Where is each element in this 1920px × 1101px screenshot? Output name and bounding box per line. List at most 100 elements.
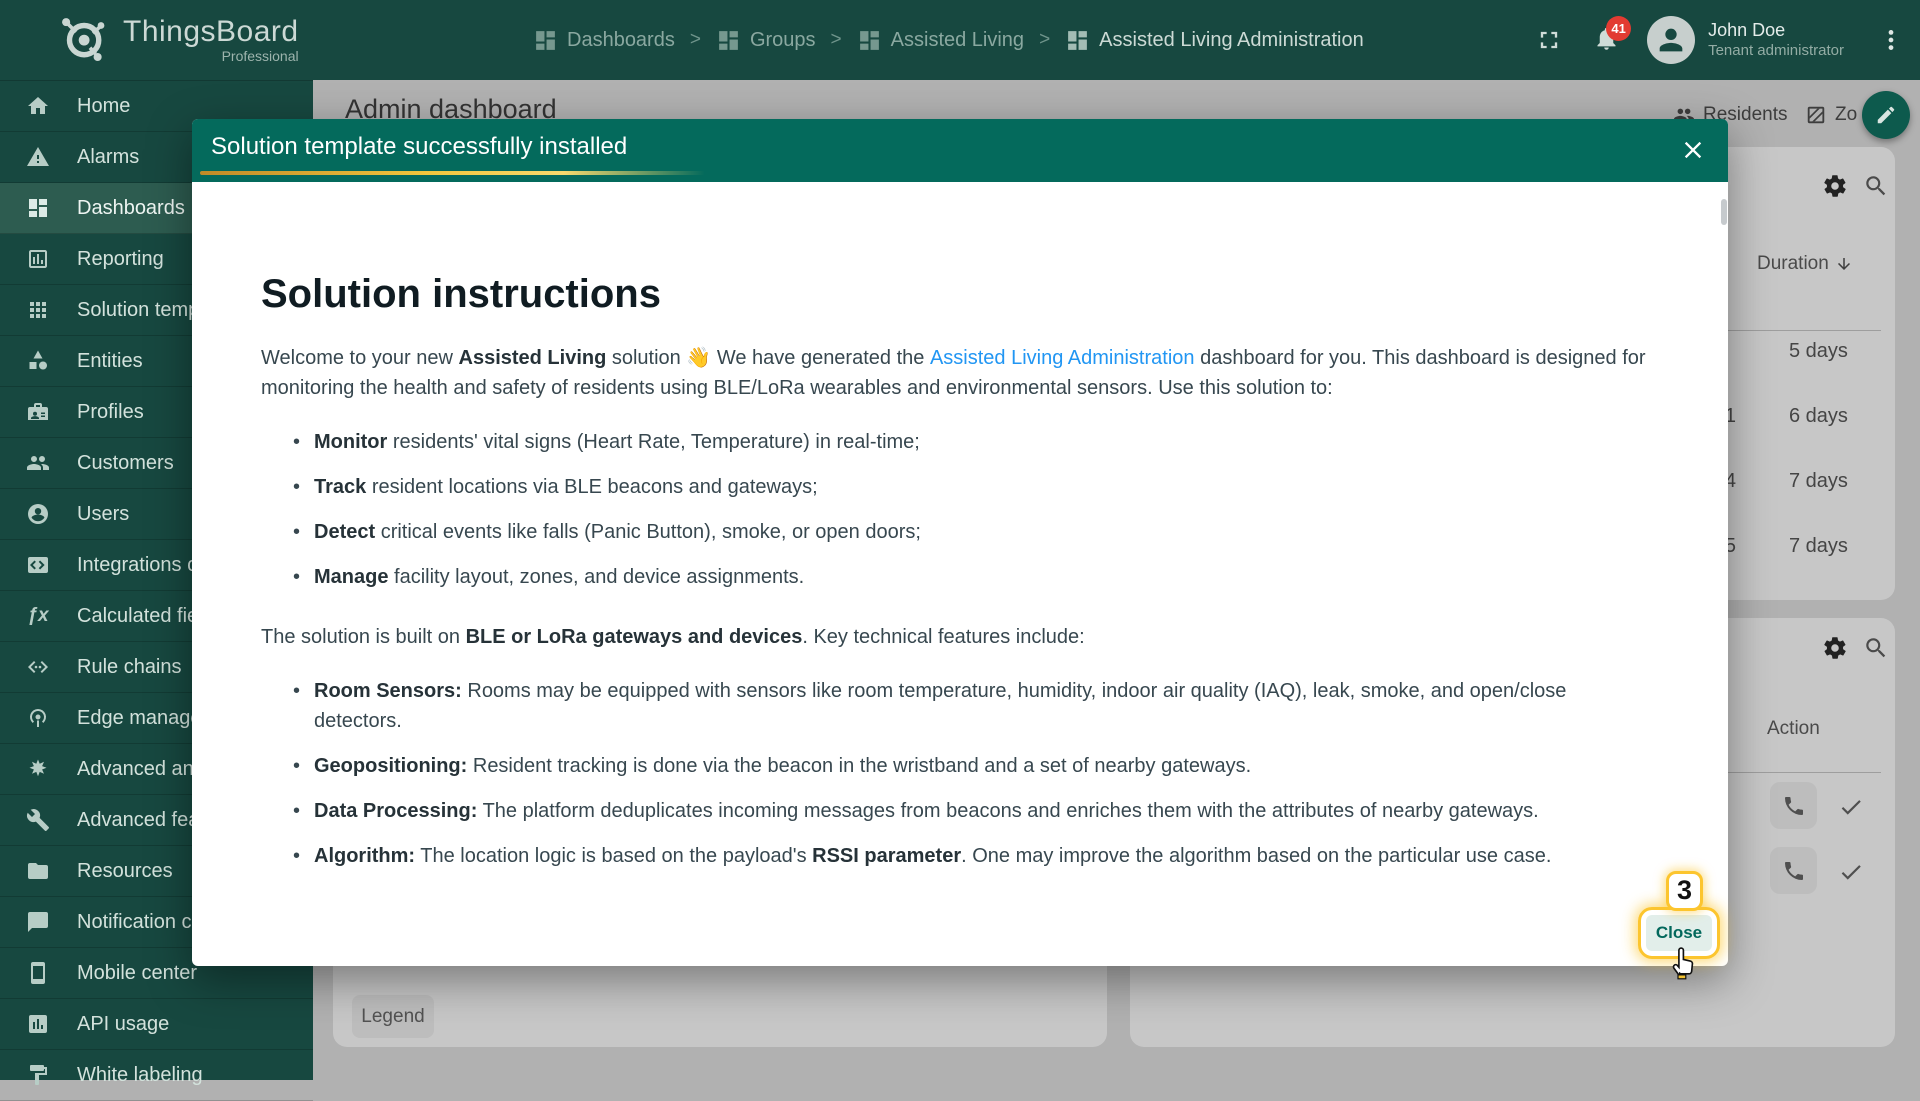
instruction-item: Track resident locations via BLE beacons…	[301, 472, 1658, 502]
sidebar-item-white-labeling[interactable]: White labeling	[0, 1050, 313, 1101]
calculated-fields-icon: ƒx	[26, 604, 50, 628]
solution-installed-dialog: Solution template successfully installed…	[192, 119, 1728, 966]
breadcrumb-item-groups[interactable]: Groups	[716, 28, 816, 53]
sidebar-item-label: Alarms	[77, 146, 139, 169]
users-icon	[26, 502, 50, 526]
breadcrumb-label: Assisted Living	[891, 29, 1024, 52]
tab-label: Zo	[1835, 104, 1857, 126]
sidebar-item-label: Reporting	[77, 248, 164, 271]
legend-button[interactable]: Legend	[352, 995, 434, 1038]
tab-zones[interactable]: Zo	[1805, 104, 1857, 126]
customers-icon	[26, 451, 50, 475]
resources-icon	[26, 859, 50, 883]
kebab-menu-icon[interactable]	[1878, 25, 1904, 55]
dialog-scrollbar[interactable]	[1721, 199, 1727, 225]
tour-step-badge: 3	[1666, 871, 1703, 911]
rule-chains-icon	[26, 655, 50, 679]
gear-icon[interactable]	[1822, 635, 1848, 661]
fullscreen-icon[interactable]	[1535, 26, 1563, 54]
sidebar-item-label: Rule chains	[77, 656, 182, 679]
advanced-features-icon	[26, 808, 50, 832]
call-action-button[interactable]	[1770, 847, 1817, 894]
dashboard-icon	[26, 196, 50, 220]
notifications-badge: 41	[1606, 16, 1631, 41]
user-info[interactable]: John Doe Tenant administrator	[1708, 19, 1844, 60]
breadcrumb-label: Groups	[750, 29, 816, 52]
brand-edition: Professional	[222, 48, 299, 64]
breadcrumb-item-assisted-living[interactable]: Assisted Living	[857, 28, 1024, 53]
call-action-button[interactable]	[1770, 782, 1817, 829]
instruction-item: Room Sensors: Rooms may be equipped with…	[301, 676, 1658, 736]
alarms-icon	[26, 145, 50, 169]
tech-paragraph: The solution is built on BLE or LoRa gat…	[261, 622, 1658, 652]
duration-cell: 7 days	[1789, 514, 1848, 579]
notifications-button[interactable]: 41	[1593, 25, 1623, 55]
avatar[interactable]	[1647, 16, 1695, 64]
sidebar-item-label: API usage	[77, 1013, 169, 1036]
user-name: John Doe	[1708, 19, 1844, 42]
cursor-icon	[1666, 940, 1702, 984]
gear-icon[interactable]	[1822, 173, 1848, 199]
zones-icon	[1805, 104, 1827, 126]
sidebar-item-label: Mobile center	[77, 962, 197, 985]
search-icon[interactable]	[1863, 635, 1889, 661]
dialog-title-underline	[200, 171, 705, 175]
duration-cell: 6 days	[1789, 384, 1848, 449]
advanced-analytics-icon	[26, 757, 50, 781]
sort-arrow-down-icon	[1835, 255, 1853, 273]
top-bar: ThingsBoard Professional Dashboards > Grou…	[0, 0, 1920, 80]
edge-management-icon	[26, 706, 50, 730]
tech-list: Room Sensors: Rooms may be equipped with…	[261, 676, 1658, 871]
dashboard-link[interactable]: Assisted Living Administration	[930, 347, 1195, 369]
breadcrumb-label: Dashboards	[567, 29, 675, 52]
column-header-action: Action	[1767, 718, 1820, 740]
instruction-item: Detect critical events like falls (Panic…	[301, 517, 1658, 547]
duration-cell: 5 days	[1789, 319, 1848, 384]
thingsboard-logo-icon	[56, 12, 110, 66]
instruction-item: Monitor residents' vital signs (Heart Ra…	[301, 427, 1658, 457]
breadcrumb-item-assisted-living-administration[interactable]: Assisted Living Administration	[1065, 28, 1364, 53]
mobile-center-icon	[26, 961, 50, 985]
api-usage-icon	[26, 1012, 50, 1036]
dashboard-icon	[1065, 28, 1090, 53]
dialog-title: Solution template successfully installed	[211, 133, 627, 161]
intro-paragraph: Welcome to your new Assisted Living solu…	[261, 343, 1658, 403]
dialog-header: Solution template successfully installed	[192, 119, 1728, 182]
close-icon	[1679, 136, 1707, 164]
person-icon	[1654, 23, 1688, 57]
dashboard-icon	[533, 28, 558, 53]
thingsboard-logo[interactable]: ThingsBoard Professional	[56, 12, 299, 66]
sidebar-item-label: Users	[77, 503, 129, 526]
sidebar-item-label: White labeling	[77, 1064, 203, 1087]
edit-dashboard-fab[interactable]	[1862, 91, 1910, 139]
search-icon[interactable]	[1863, 173, 1889, 199]
solution-templates-icon	[26, 298, 50, 322]
reporting-icon	[26, 247, 50, 271]
dialog-body: Solution instructions Welcome to your ne…	[192, 182, 1720, 900]
sidebar-item-api-usage[interactable]: API usage	[0, 999, 313, 1050]
integrations-icon	[26, 553, 50, 577]
sidebar-item-label: Resources	[77, 860, 173, 883]
instruction-item: Manage facility layout, zones, and devic…	[301, 562, 1658, 592]
sidebar-item-label: Dashboards	[77, 197, 185, 220]
instruction-item: Algorithm: The location logic is based o…	[301, 841, 1658, 871]
entities-icon	[26, 349, 50, 373]
column-header-duration[interactable]: Duration	[1757, 253, 1853, 275]
breadcrumb-item-dashboards[interactable]: Dashboards	[533, 28, 675, 53]
phone-icon	[1782, 794, 1806, 818]
topbar-actions: 41 John Doe Tenant administrator	[1535, 0, 1904, 80]
usage-list: Monitor residents' vital signs (Heart Ra…	[261, 427, 1658, 592]
edit-icon	[1875, 104, 1897, 126]
white-labeling-icon	[26, 1063, 50, 1087]
check-icon[interactable]	[1838, 859, 1864, 885]
instruction-item: Geopositioning: Resident tracking is don…	[301, 751, 1658, 781]
breadcrumb-separator: >	[690, 29, 701, 51]
phone-icon	[1782, 859, 1806, 883]
instruction-item: Data Processing: The platform deduplicat…	[301, 796, 1658, 826]
notification-center-icon	[26, 910, 50, 934]
breadcrumb-separator: >	[831, 29, 842, 51]
breadcrumb-label: Assisted Living Administration	[1099, 29, 1364, 52]
dashboard-icon	[716, 28, 741, 53]
check-icon[interactable]	[1838, 794, 1864, 820]
dialog-close-button[interactable]	[1678, 136, 1708, 166]
